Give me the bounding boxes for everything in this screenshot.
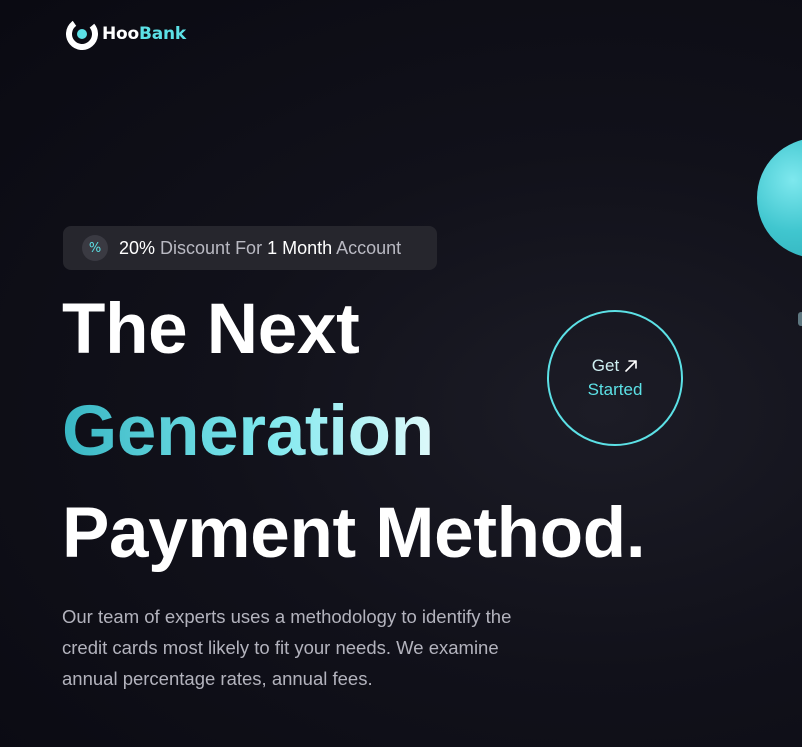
headline-line-1: The Next	[62, 290, 360, 369]
discount-label: Discount For	[155, 237, 268, 258]
hero-page: HooBank % 20% Discount For 1 Month Accou…	[0, 0, 802, 747]
decorative-edge-dot	[798, 312, 802, 326]
discount-account-label: Account	[332, 237, 402, 258]
brand-name-prefix: Hoo	[102, 24, 139, 44]
brand-name-suffix: Bank	[139, 24, 187, 44]
get-started-button[interactable]: Get Started	[547, 310, 683, 446]
discount-duration-unit: Month	[277, 237, 333, 258]
hoobank-logo-icon	[66, 18, 98, 50]
discount-text: 20% Discount For 1 Month Account	[119, 238, 401, 259]
discount-icon: %	[82, 235, 108, 261]
discount-percent: 20%	[119, 237, 156, 258]
brand-name: HooBank	[102, 24, 186, 44]
decorative-orb	[757, 138, 802, 258]
get-started-row: Get	[592, 356, 638, 376]
get-started-label-2: Started	[587, 380, 643, 399]
brand-logo[interactable]: HooBank	[66, 18, 186, 50]
hero-description: Our team of experts uses a methodology t…	[62, 606, 512, 689]
headline-line-2: Generation	[62, 396, 434, 467]
arrow-up-right-icon	[625, 360, 638, 372]
headline-line-3: Payment Method.	[62, 494, 646, 573]
discount-duration-number: 1	[267, 237, 278, 258]
headline-highlight: Generation	[62, 392, 434, 471]
discount-banner: % 20% Discount For 1 Month Account	[63, 226, 437, 270]
get-started-label-1: Get	[591, 356, 620, 375]
